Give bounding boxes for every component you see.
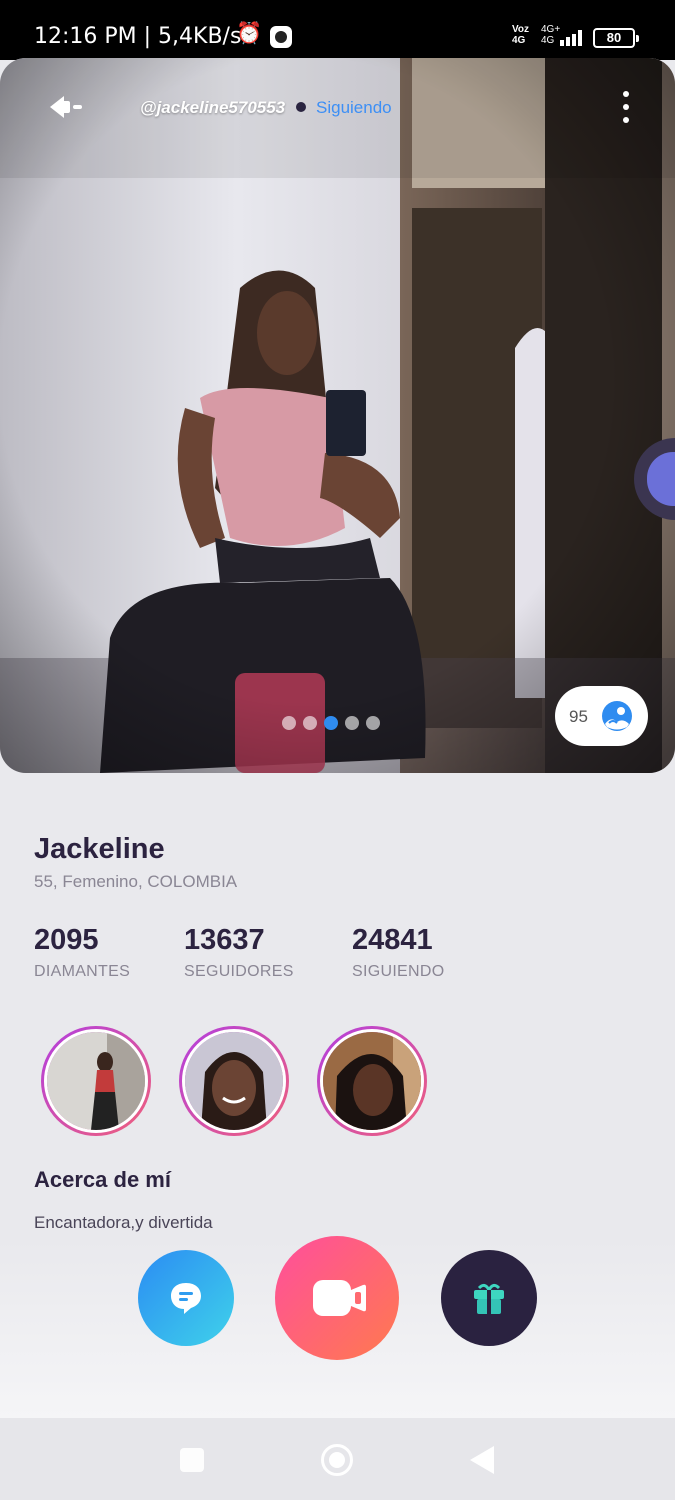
stat-label: DIAMANTES [34,963,131,980]
stat-value: 24841 [352,924,433,956]
stat-label: SIGUIENDO [352,963,445,980]
profile-photo [0,58,675,773]
stat-value: 2095 [34,924,99,956]
stat-label: SEGUIDORES [184,963,294,980]
app-notification-icon [270,26,292,48]
photo-thumbnail[interactable] [179,1026,289,1136]
volte-indicator: Voz 4G [512,24,530,46]
page-dot[interactable] [282,716,296,730]
chat-button[interactable] [138,1250,234,1346]
video-call-button[interactable] [275,1236,399,1360]
page-dot-active[interactable] [324,716,338,730]
stat-following[interactable]: 24841 SIGUIENDO [352,924,445,981]
photo-count: 95 [569,707,588,726]
home-icon[interactable] [321,1444,353,1476]
profile-name: Jackeline [34,833,165,865]
profile-photo-gallery[interactable]: @jackeline570553 Siguiendo 95 [0,58,675,773]
status-time: 12:16 PM | 5,4KB/s [34,24,242,49]
thumbnail-image [323,1032,421,1130]
back-arrow-icon[interactable] [46,92,86,122]
separator-dot [296,102,306,112]
gallery-page-indicator [282,716,380,732]
photo-count-button[interactable]: 95 [555,686,648,746]
thumbnail-image [185,1032,283,1130]
gift-button[interactable] [441,1250,537,1346]
network-type-indicator: 4G+ 4G [541,24,561,46]
gift-icon [474,1283,504,1314]
battery-icon: 80 [593,28,639,48]
photo-thumbnail[interactable] [317,1026,427,1136]
stat-value: 13637 [184,924,265,956]
page-dot[interactable] [303,716,317,730]
page-dot[interactable] [366,716,380,730]
system-back-icon[interactable] [470,1446,494,1474]
photo-thumbnail[interactable] [41,1026,151,1136]
following-status-button[interactable]: Siguiendo [316,98,392,118]
video-call-icon [313,1280,366,1316]
profile-details: 55, Femenino, COLOMBIA [34,872,238,891]
stat-followers[interactable]: 13637 SEGUIDORES [184,924,294,981]
stat-diamonds: 2095 DIAMANTES [34,924,130,981]
status-bar: 12:16 PM | 5,4KB/s ⏰ Voz 4G 4G+ 4G 80 [0,0,675,60]
system-navigation-bar [0,1418,675,1500]
about-text: Encantadora,y divertida [34,1213,213,1232]
thumbnail-image [47,1032,145,1130]
recent-apps-icon[interactable] [180,1448,204,1472]
profile-header: @jackeline570553 Siguiendo [0,58,675,158]
more-vertical-icon[interactable] [616,91,636,123]
signal-strength-icon [560,28,586,46]
alarm-clock-icon: ⏰ [236,22,263,45]
about-title: Acerca de mí [34,1167,171,1192]
gallery-icon [602,701,632,731]
chat-bubble-icon [171,1283,201,1314]
page-dot[interactable] [345,716,359,730]
username-label[interactable]: @jackeline570553 [140,98,285,118]
